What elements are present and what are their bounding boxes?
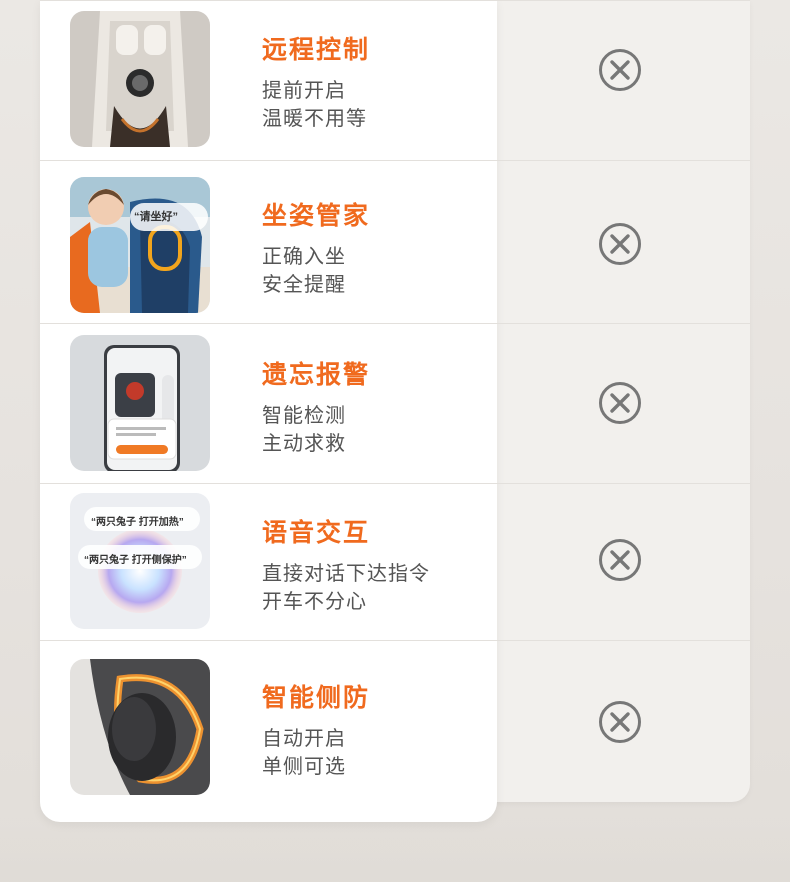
phone-alert-image (70, 335, 210, 471)
x-circle-icon (598, 222, 642, 266)
feature-title: 坐姿管家 (262, 202, 371, 230)
car-top-view-image (70, 11, 210, 147)
feature-title: 智能侧防 (262, 684, 371, 712)
feature-row-posture: “请坐好” 坐姿管家 正确入坐 安全提醒 (40, 160, 750, 323)
feature-title: 语音交互 (262, 519, 371, 547)
feature-row-forget-alarm: 遗忘报警 智能检测 主动求救 (40, 323, 750, 483)
feature-desc-line: 提前开启 (262, 80, 346, 102)
x-circle-icon (598, 538, 642, 582)
feature-desc-line: 自动开启 (262, 728, 346, 750)
feature-desc-line: 温暖不用等 (262, 108, 367, 130)
feature-title: 远程控制 (262, 36, 371, 64)
image-speech-bubble: “两只兔子 打开侧保护” (84, 555, 187, 566)
side-protection-image (70, 659, 210, 795)
x-circle-icon (598, 381, 642, 425)
feature-desc-line: 主动求救 (262, 433, 346, 455)
x-circle-icon (598, 700, 642, 744)
image-speech-bubble: “请坐好” (134, 211, 178, 223)
feature-desc-line: 智能检测 (262, 405, 346, 427)
feature-desc-line: 单侧可选 (262, 756, 346, 778)
image-speech-bubble: “两只兔子 打开加热” (91, 517, 184, 528)
feature-row-voice: “两只兔子 打开加热” “两只兔子 打开侧保护” 语音交互 直接对话下达指令 开… (40, 483, 750, 640)
child-seat-photo: “请坐好” (70, 177, 210, 313)
feature-title: 遗忘报警 (262, 361, 371, 389)
feature-row-side-protection: 智能侧防 自动开启 单侧可选 (40, 640, 750, 822)
background-fade (0, 822, 790, 882)
feature-desc-line: 开车不分心 (262, 591, 367, 613)
feature-desc-line: 直接对话下达指令 (262, 563, 430, 585)
feature-desc-line: 安全提醒 (262, 274, 346, 296)
feature-desc-line: 正确入坐 (262, 246, 346, 268)
x-circle-icon (598, 48, 642, 92)
feature-row-remote-control: 远程控制 提前开启 温暖不用等 (40, 0, 750, 160)
voice-orb-image: “两只兔子 打开加热” “两只兔子 打开侧保护” (70, 493, 210, 629)
feature-comparison: 远程控制 提前开启 温暖不用等 “请坐好” 坐姿管家 正确入坐 安全提醒 遗忘报… (40, 0, 750, 822)
